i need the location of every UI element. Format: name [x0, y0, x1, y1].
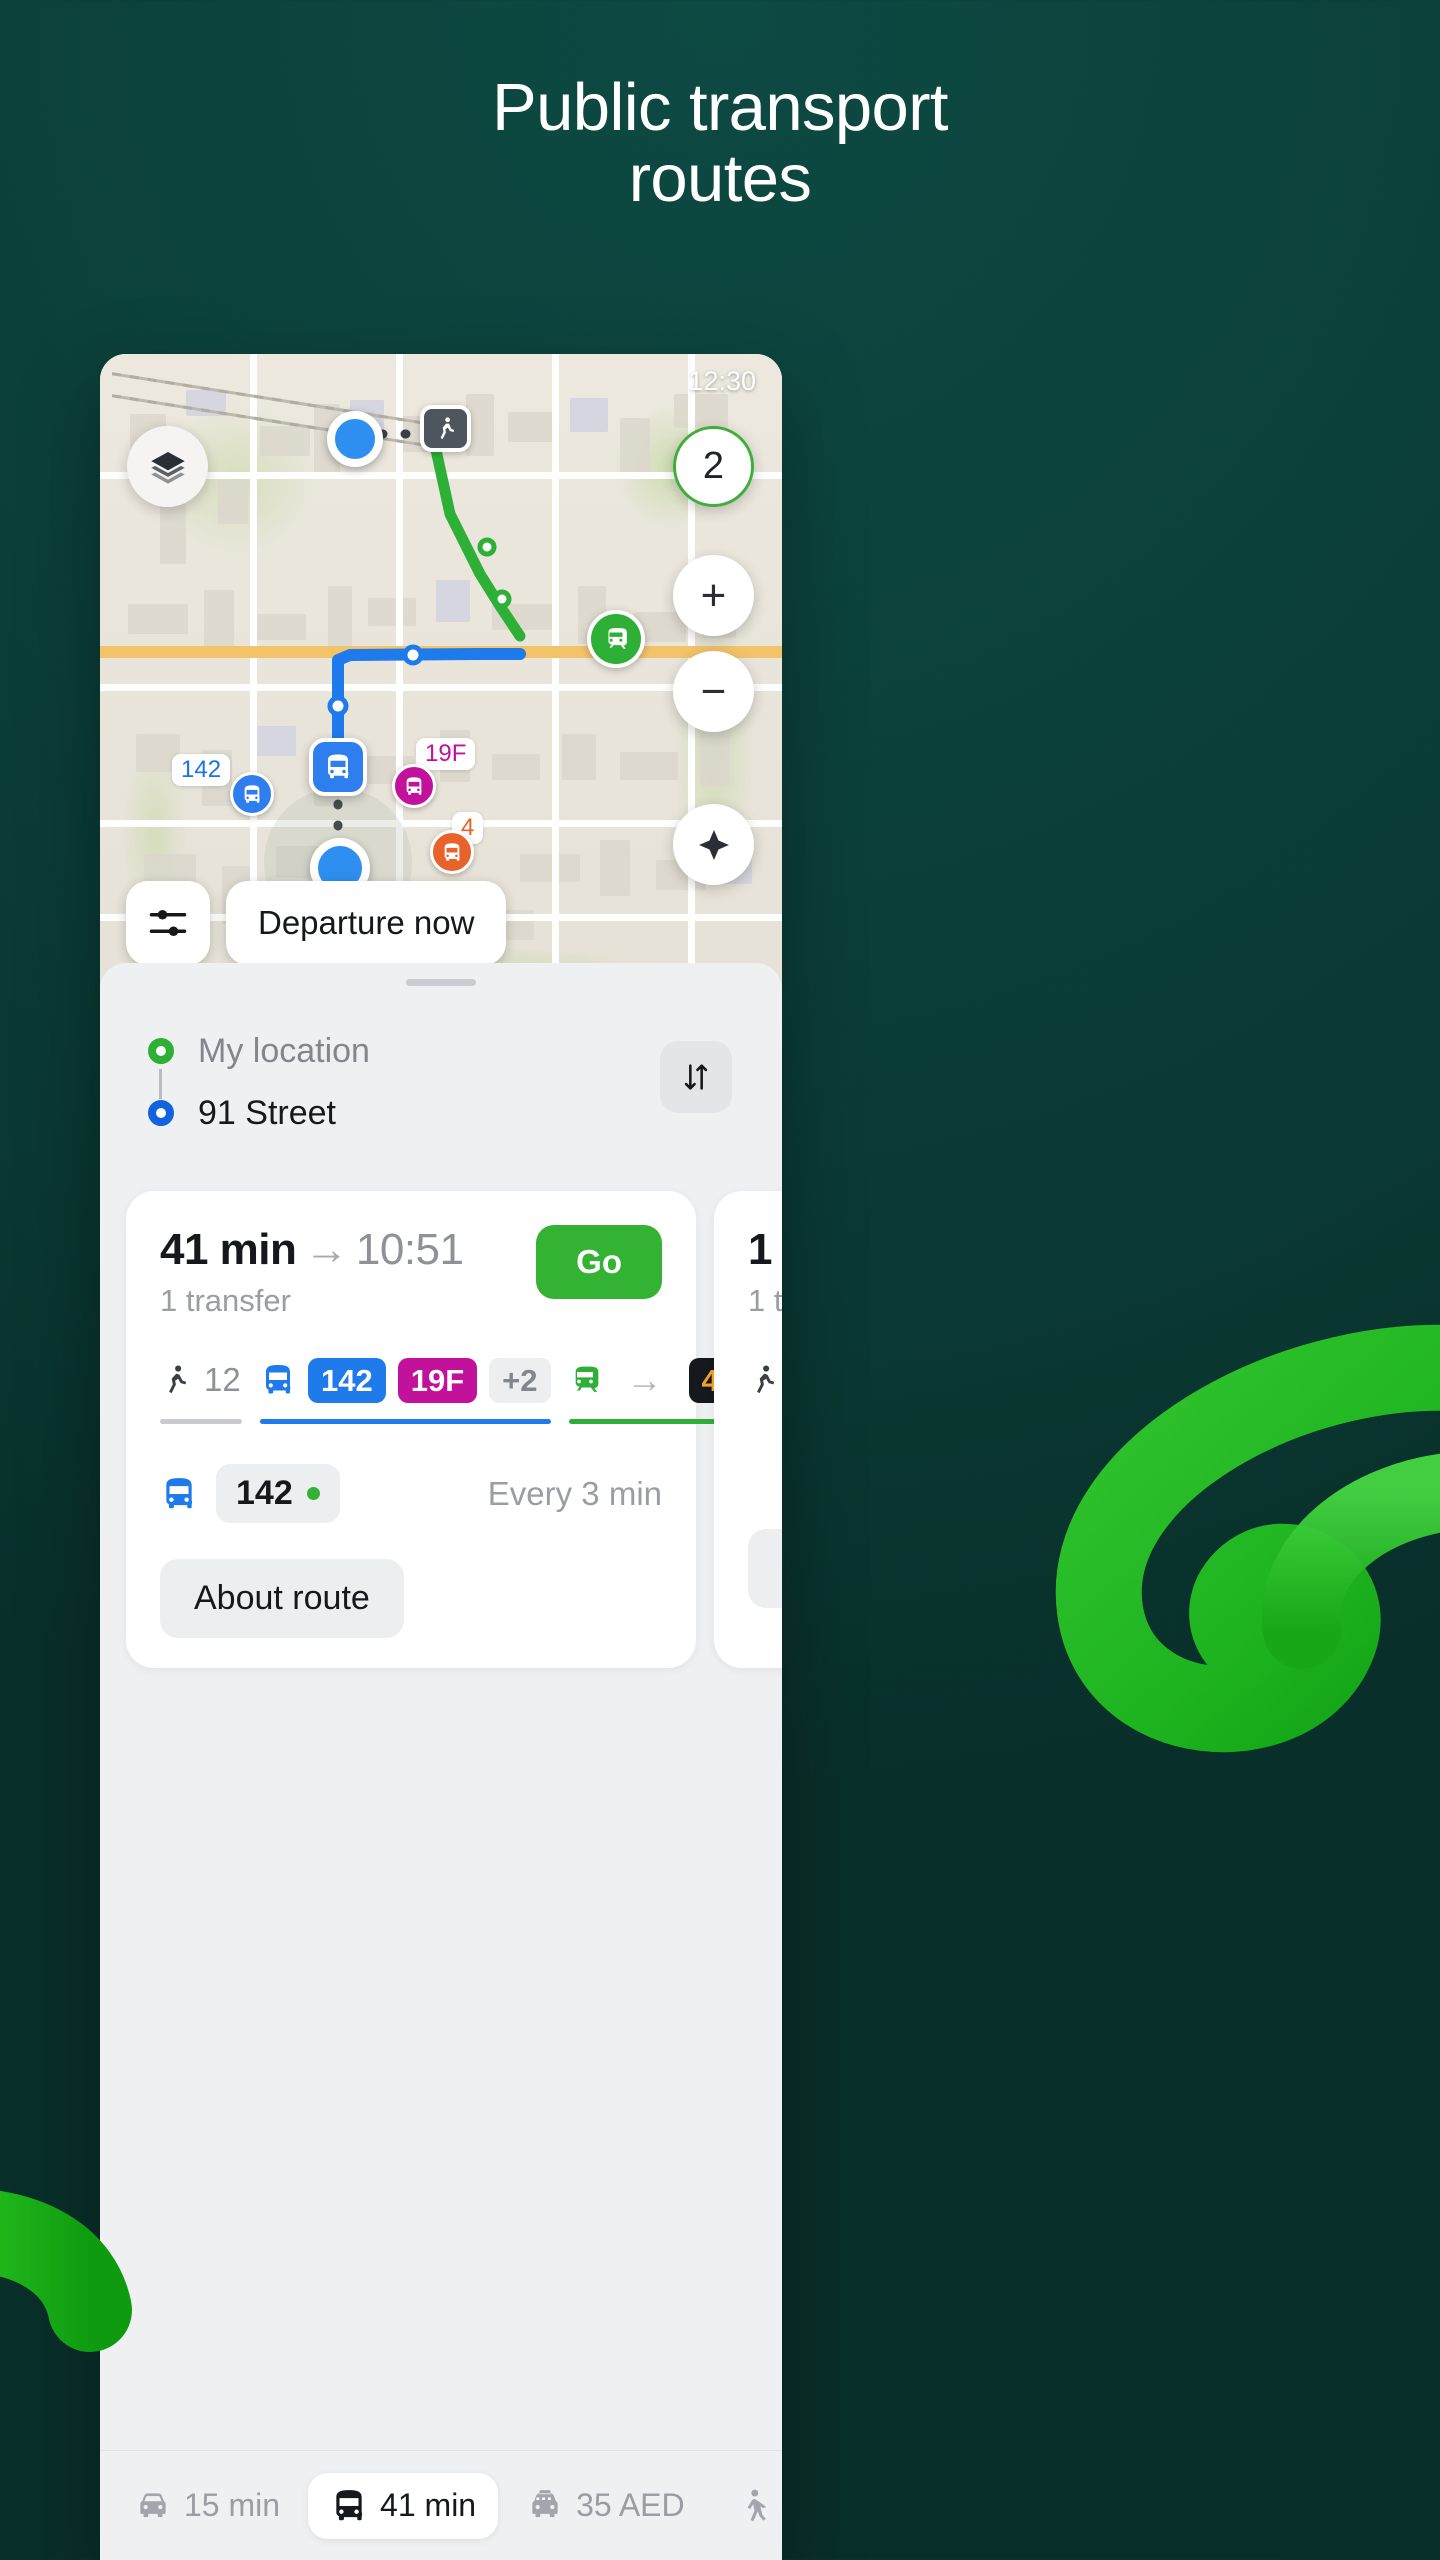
green-route-line [430, 444, 526, 642]
route-card[interactable]: 41 min → 10:51 1 transfer Go 12 142 19F … [126, 1191, 782, 1668]
bus-icon [244, 784, 260, 803]
compass-icon [698, 829, 729, 860]
about-route-button[interactable]: About route [160, 1559, 404, 1638]
route-eta: 10:51 [355, 1225, 464, 1274]
tab-car[interactable]: 15 min [112, 2473, 302, 2539]
page-title: Public transport routes [0, 72, 1440, 214]
tab-taxi-label: 35 AED [576, 2487, 685, 2523]
train-station-marker[interactable] [587, 610, 645, 668]
green-ribbon-right [1055, 1324, 1440, 1753]
swap-direction-button[interactable] [660, 1041, 732, 1113]
bus-icon [406, 776, 422, 795]
route-transfers: 1 transfer [160, 1283, 291, 1318]
bus-icon [166, 1477, 193, 1508]
compass-button[interactable] [673, 804, 754, 885]
train-icon [575, 1366, 598, 1392]
origin-marker-icon [148, 1038, 174, 1064]
zoom-out-button[interactable]: − [673, 651, 754, 732]
bus-icon [336, 2489, 363, 2520]
zoom-level-badge[interactable]: 2 [673, 426, 754, 507]
route-card-header: 41 min → 10:51 1 transfer Go [160, 1225, 662, 1319]
origin-label: My location [198, 1031, 370, 1070]
bus-stop-marker-4[interactable] [430, 830, 474, 874]
destination-marker-icon [148, 1100, 174, 1126]
go-button[interactable]: Go [536, 1225, 662, 1299]
map-bottom-controls: Departure now [126, 881, 507, 965]
departure-time-button[interactable]: Departure now [226, 881, 507, 965]
route-duration-line: 41 min → 10:51 [160, 1225, 464, 1275]
destination-label: 91 Street [198, 1093, 336, 1132]
transport-mode-tabs: 15 min 41 min 35 AED 1 h [100, 2450, 782, 2560]
bus-stop-marker-main[interactable] [309, 738, 367, 796]
route-duration-secondary: 1 h [748, 1225, 782, 1274]
tab-transit-label: 41 min [380, 2487, 477, 2523]
origin-row[interactable]: My location [148, 1020, 618, 1082]
map-layers-button[interactable] [127, 426, 208, 507]
bus-icon [266, 1365, 291, 1394]
route-card-secondary[interactable]: 1 h 1 tra 1 Ab [714, 1191, 782, 1668]
route-legs: 12 142 19F +2 → 4 [160, 1353, 782, 1424]
map-label-142: 142 [172, 754, 231, 786]
sheet-grabber[interactable] [406, 979, 476, 986]
filter-icon [149, 909, 187, 937]
leg-walk-1-bar [160, 1419, 242, 1424]
route-frequency: Every 3 min [487, 1474, 662, 1512]
route-number: 142 [236, 1474, 293, 1512]
filter-button[interactable] [126, 881, 210, 965]
leg-bus: 142 19F +2 [260, 1353, 551, 1424]
train-icon [608, 628, 627, 649]
tab-car-label: 15 min [184, 2487, 281, 2523]
page-title-line1: Public transport [492, 70, 949, 145]
leg-walk-secondary: 1 [748, 1353, 782, 1407]
page-title-line2: routes [628, 141, 812, 217]
destination-row[interactable]: 91 Street [148, 1082, 618, 1144]
phone-mockup: 12:30 142 19F 4 2 + − Departure now My l… [100, 354, 782, 2560]
swap-vertical-icon [684, 1064, 708, 1090]
route-frequency-row: 142 Every 3 min [160, 1464, 662, 1523]
leg-badge-142[interactable]: 142 [308, 1357, 386, 1403]
bus-icon [444, 842, 460, 861]
map-canvas[interactable]: 12:30 142 19F 4 2 + − Departure now [100, 354, 782, 987]
bus-icon [328, 754, 349, 779]
tab-taxi[interactable]: 35 AED [504, 2473, 707, 2539]
map-label-19F: 19F [416, 738, 476, 770]
location-connector [159, 1069, 162, 1099]
leg-badge-19F[interactable]: 19F [397, 1357, 478, 1403]
walking-icon [757, 1365, 775, 1394]
leg-train-arrow-icon: → [626, 1359, 663, 1400]
zoom-in-button[interactable]: + [673, 555, 754, 636]
leg-bus-bar [260, 1419, 551, 1424]
live-status-dot [306, 1487, 320, 1500]
leg-train: → 4 [568, 1353, 732, 1424]
leg-train-bar [568, 1419, 732, 1424]
bus-stop-marker-142[interactable] [230, 772, 274, 816]
layers-icon [150, 451, 185, 484]
pedestrian-marker[interactable] [420, 405, 471, 452]
route-transfers-secondary: 1 tra [748, 1283, 782, 1318]
walking-icon [169, 1365, 187, 1394]
leg-badge-more[interactable]: +2 [489, 1357, 551, 1403]
route-duration: 41 min [160, 1225, 297, 1274]
walk-icon [747, 2489, 766, 2521]
routes-bottom-sheet: My location 91 Street 41 min → 10:51 1 t… [100, 963, 782, 2560]
leg-walk-1: 12 [160, 1353, 242, 1424]
about-route-button-secondary[interactable]: Ab [748, 1529, 782, 1608]
location-inputs: My location 91 Street [148, 1020, 618, 1144]
tab-transit[interactable]: 41 min [308, 2472, 499, 2539]
tab-walk[interactable]: 1 h 20 m [713, 2473, 782, 2539]
leg-walk-1-minutes: 12 [204, 1361, 241, 1398]
route-number-chip[interactable]: 142 [216, 1464, 340, 1523]
status-bar-time: 12:30 [688, 366, 756, 396]
taxi-icon [532, 2489, 558, 2517]
origin-dot [327, 411, 383, 467]
walking-icon [440, 416, 454, 439]
route-legs-secondary: 1 [748, 1353, 782, 1407]
route-arrow-icon: → [304, 1225, 348, 1274]
bus-stop-marker-19F[interactable] [392, 764, 436, 808]
route-cards-list: 41 min → 10:51 1 transfer Go 12 142 19F … [126, 1191, 782, 1668]
car-icon [140, 2492, 166, 2517]
